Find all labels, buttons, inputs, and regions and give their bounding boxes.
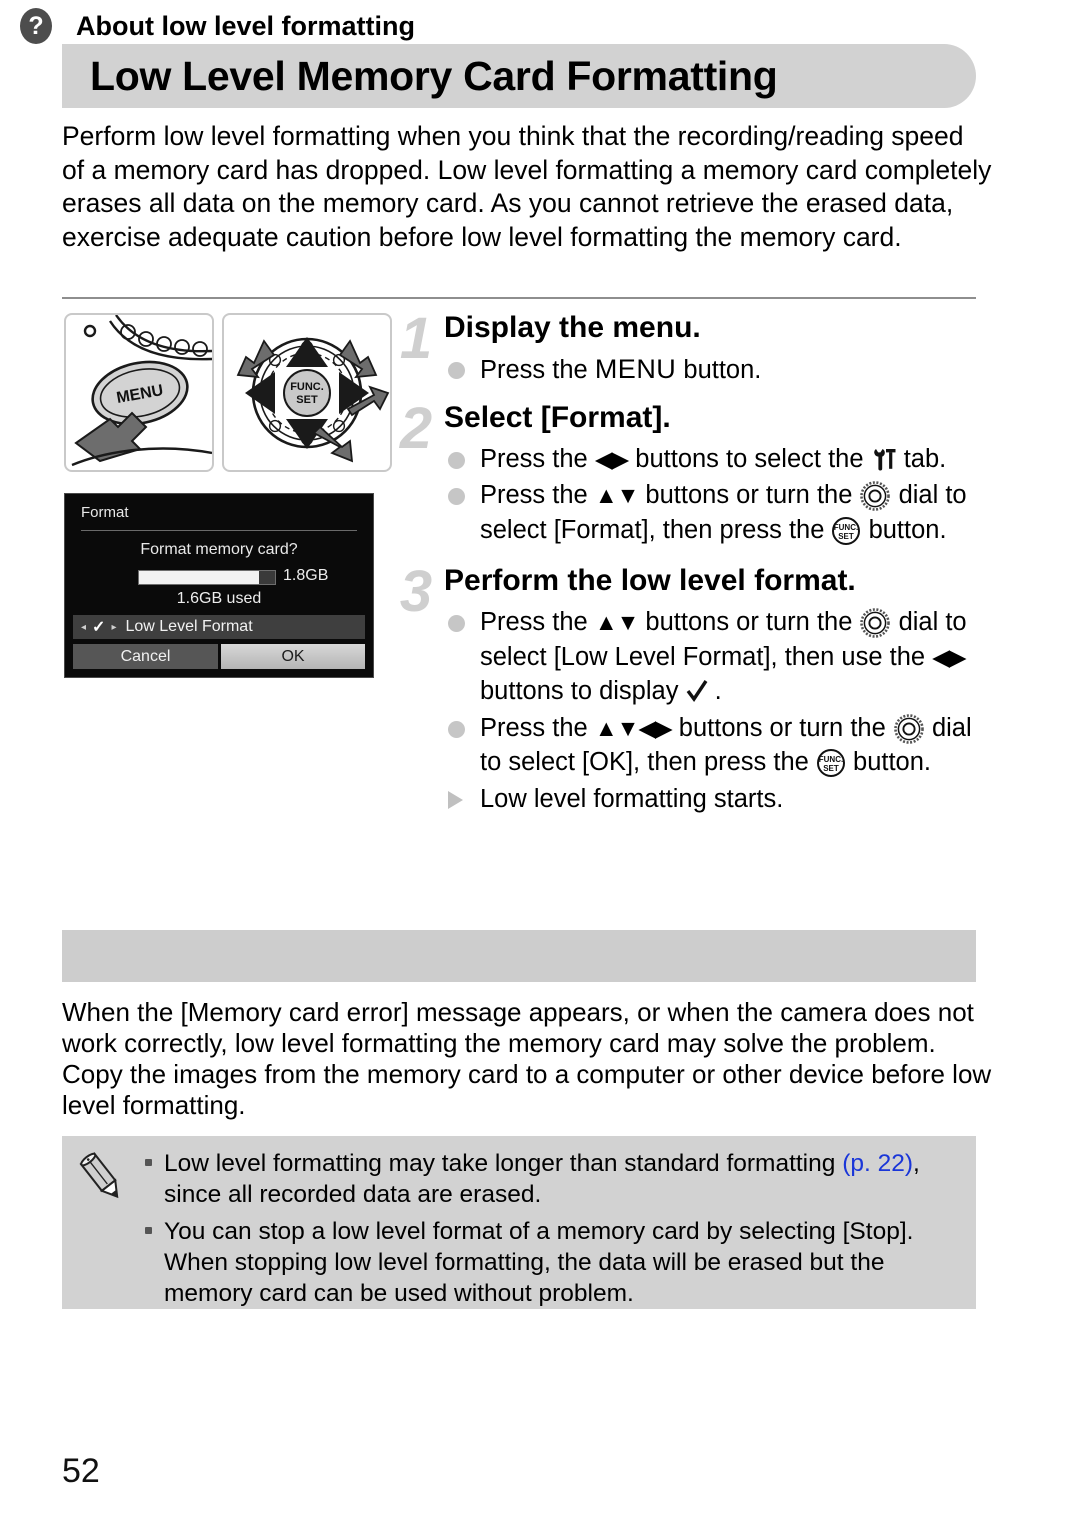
lcd-used-label: 1.6GB used	[176, 590, 262, 607]
up-down-arrows-icon: ▲▼	[594, 482, 640, 508]
step-3-result-text: Low level formatting starts.	[480, 784, 784, 813]
menu-word-icon: MENU	[594, 354, 677, 384]
lcd-capacity-bar	[138, 570, 276, 585]
step-2-heading: Select [Format].	[444, 400, 671, 434]
lcd-capacity-label: 1.8GB	[283, 567, 329, 584]
step-1-bullet-1: Press the MENU button.	[444, 352, 992, 388]
svg-text:FUNC.: FUNC.	[834, 523, 858, 532]
svg-text:SET: SET	[839, 532, 855, 541]
lcd-question: Format memory card?	[140, 541, 298, 558]
steps-list: 1 Display the menu. Press the MENU butto…	[392, 306, 992, 820]
pencil-icon	[79, 1152, 119, 1199]
step-1: 1 Display the menu. Press the MENU butto…	[392, 306, 992, 388]
step-2-bullet-1-text-c: tab.	[896, 444, 947, 473]
step-2-number: 2	[399, 395, 433, 461]
step-3-bullet-1-text-b: buttons or turn the	[638, 608, 860, 636]
step-1-bullets: Press the MENU button.	[444, 352, 992, 388]
note-list: Low level formatting may take longer tha…	[142, 1148, 954, 1315]
lcd-title-divider	[81, 530, 357, 531]
lcd-cancel-button[interactable]: Cancel	[73, 644, 218, 669]
about-section-band	[62, 930, 976, 982]
step-2-bullet-2: Press the ▲▼ buttons or turn the dial to…	[444, 478, 992, 547]
up-down-left-right-arrows-icon: ▲▼◀▶	[594, 714, 673, 741]
page-reference-link[interactable]: (p. 22)	[842, 1150, 913, 1177]
step-3-bullet-2-text-b: buttons or turn the	[671, 713, 893, 742]
note-item-2-text: You can stop a low level format of a mem…	[164, 1218, 914, 1307]
note-bullet-icon	[145, 1159, 152, 1166]
check-mark-icon	[686, 680, 707, 702]
svg-text:?: ?	[28, 12, 43, 40]
note-item-1: Low level formatting may take longer tha…	[142, 1148, 954, 1210]
bullet-dot-icon	[448, 615, 465, 632]
step-3: 3 Perform the low level format. Press th…	[392, 559, 992, 816]
page-number: 52	[62, 1452, 100, 1490]
step-1-bullet-1-text-b: button.	[676, 356, 762, 384]
lcd-button-row: Cancel OK	[73, 644, 365, 669]
step-2-bullet-1-text-a: Press the	[480, 444, 595, 473]
control-dial-illustration: FUNC. SET	[222, 313, 392, 472]
lcd-title: Format	[81, 504, 129, 521]
lcd-check-icon: ✓	[92, 619, 106, 636]
svg-text:SET: SET	[823, 764, 839, 773]
lcd-low-level-format-label: Low Level Format	[125, 618, 253, 635]
step-2-bullet-1: Press the ◀▶ buttons to select the tab.	[444, 442, 992, 477]
svg-text:FUNC.: FUNC.	[819, 755, 843, 764]
up-down-arrows-icon: ▲▼	[594, 609, 640, 635]
step-2-bullet-2-text-d: button.	[861, 515, 947, 544]
lcd-low-level-format-row[interactable]: ◂ ✓ ▸ Low Level Format	[73, 615, 365, 639]
dial-illustration-func-label: FUNC.	[290, 381, 324, 393]
result-triangle-icon	[448, 790, 463, 809]
left-right-arrows-icon: ◀▶	[932, 643, 966, 670]
func-set-icon: FUNC. SET	[832, 516, 861, 545]
about-section-body: When the [Memory card error] message app…	[62, 997, 992, 1120]
lcd-right-arrow-icon[interactable]: ▸	[111, 622, 116, 633]
step-2-bullets: Press the ◀▶ buttons to select the tab. …	[444, 442, 992, 548]
step-3-number: 3	[399, 559, 433, 624]
page-title: Low Level Memory Card Formatting	[90, 53, 778, 99]
step-3-bullet-2-text-d: button.	[845, 748, 931, 776]
note-item-2: You can stop a low level format of a mem…	[142, 1216, 954, 1309]
step-3-bullet-2: Press the ▲▼◀▶ buttons or turn the dial …	[444, 711, 992, 780]
control-dial-icon	[860, 608, 891, 638]
intro-paragraph: Perform low level formatting when you th…	[62, 121, 992, 252]
step-2: 2 Select [Format]. Press the ◀▶ buttons …	[392, 396, 992, 548]
note-box: Low level formatting may take longer tha…	[62, 1136, 976, 1309]
bullet-dot-icon	[448, 362, 465, 379]
left-right-arrows-icon: ◀▶	[594, 445, 629, 472]
step-3-result: Low level formatting starts.	[444, 782, 992, 817]
lcd-ok-button[interactable]: OK	[221, 644, 365, 669]
section-divider	[62, 297, 976, 299]
step-3-bullet-1: Press the ▲▼ buttons or turn the dial to…	[444, 605, 992, 709]
step-1-bullet-1-text-a: Press the	[480, 356, 595, 384]
bullet-dot-icon	[448, 488, 465, 505]
step-2-bullet-1-text-b: buttons to select the	[628, 444, 871, 473]
lcd-screen-mockup: Format Format memory card? 1.8GB 1.6GB u…	[64, 493, 374, 678]
step-1-heading: Display the menu.	[444, 311, 701, 344]
step-3-bullet-1-text-d: buttons to display	[480, 677, 686, 705]
step-3-heading: Perform the low level format.	[444, 564, 856, 597]
note-item-1-text-a: Low level formatting may take longer tha…	[164, 1150, 843, 1177]
bullet-dot-icon	[448, 451, 465, 469]
step-3-bullet-1-text-a: Press the	[480, 608, 595, 636]
dial-illustration-set-label: SET	[296, 394, 318, 406]
settings-tab-icon	[873, 448, 896, 470]
step-2-bullet-2-text-b: buttons or turn the	[638, 481, 860, 509]
lcd-left-arrow-icon[interactable]: ◂	[81, 622, 86, 633]
step-3-bullet-2-text-a: Press the	[480, 713, 595, 742]
control-dial-icon	[860, 481, 891, 511]
dial-left-arrow	[245, 372, 275, 414]
lcd-capacity-bar-fill	[139, 571, 259, 584]
bullet-dot-icon	[448, 720, 465, 738]
note-bullet-icon	[145, 1227, 152, 1234]
manual-page: Low Level Memory Card Formatting Perform…	[0, 0, 1080, 1521]
func-set-icon: FUNC. SET	[816, 749, 845, 777]
control-dial-icon	[894, 713, 924, 744]
step-1-number: 1	[399, 306, 433, 371]
question-mark-icon: ?	[20, 8, 52, 44]
menu-button-illustration: MENU	[64, 313, 214, 472]
step-3-bullets: Press the ▲▼ buttons or turn the dial to…	[444, 605, 992, 816]
step-3-bullet-1-text-e: .	[707, 677, 722, 705]
about-section-title: About low level formatting	[76, 11, 416, 41]
step-2-bullet-2-text-a: Press the	[480, 481, 595, 509]
